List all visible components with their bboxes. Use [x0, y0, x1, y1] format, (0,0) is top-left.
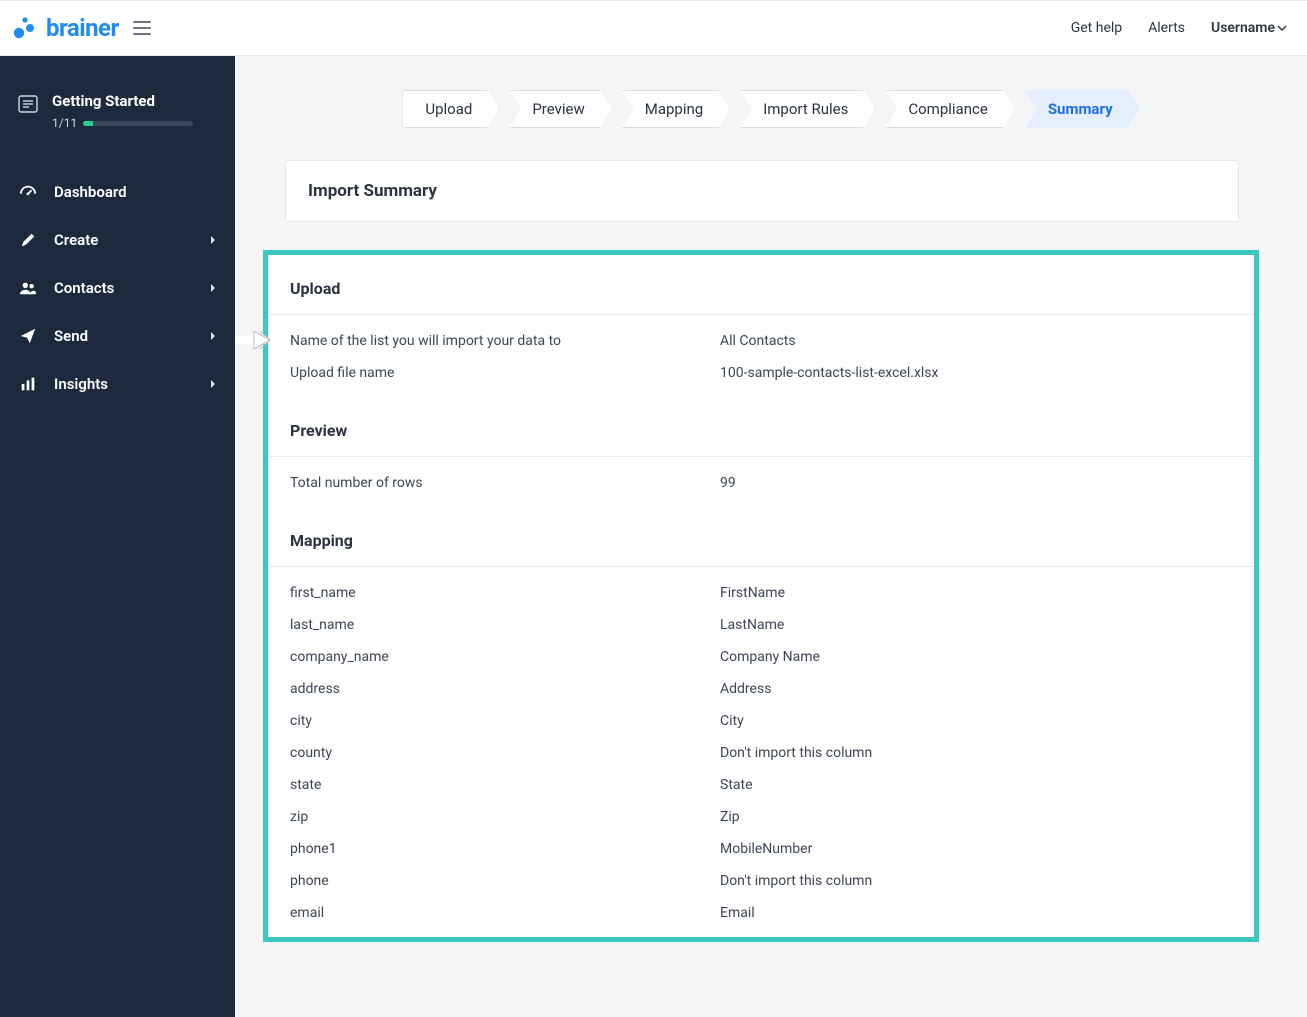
- summary-section-upload-header: Upload: [268, 261, 1254, 315]
- sidebar-nav: Dashboard Create Contacts Send: [0, 168, 235, 408]
- summary-row-key: county: [290, 745, 720, 761]
- wizard-step-preview[interactable]: Preview: [509, 90, 611, 128]
- summary-section-mapping-body: first_nameFirstNamelast_nameLastNamecomp…: [268, 567, 1254, 937]
- summary-row-value: Zip: [720, 809, 740, 825]
- summary-row-key: city: [290, 713, 720, 729]
- summary-row-key: last_name: [290, 617, 720, 633]
- user-menu[interactable]: Username: [1211, 20, 1287, 36]
- summary-row: cityCity: [290, 705, 1232, 737]
- sidebar-item-dashboard[interactable]: Dashboard: [0, 168, 235, 216]
- summary-section-preview-body: Total number of rows99: [268, 457, 1254, 507]
- page-title: Import Summary: [308, 181, 1216, 201]
- chevron-right-icon: [209, 331, 217, 341]
- logo[interactable]: mainbrainer: [12, 14, 119, 42]
- summary-row-key: Name of the list you will import your da…: [290, 333, 720, 349]
- get-help-link[interactable]: Get help: [1071, 20, 1122, 36]
- gauge-icon: [18, 182, 38, 202]
- summary-section-mapping-header: Mapping: [268, 513, 1254, 567]
- summary-row-value: Don't import this column: [720, 745, 872, 761]
- wizard-step-compliance[interactable]: Compliance: [885, 90, 1014, 128]
- main-content: Upload Preview Mapping Import Rules Complian…: [235, 56, 1307, 1017]
- summary-section-heading: Upload: [290, 279, 1232, 298]
- summary-row-value: State: [720, 777, 753, 793]
- summary-highlight-panel: Upload Name of the list you will import …: [263, 250, 1259, 942]
- sidebar-item-label: Create: [54, 231, 98, 249]
- summary-row: phone1MobileNumber: [290, 833, 1232, 865]
- summary-section-preview-header: Preview: [268, 403, 1254, 457]
- wizard-steps: Upload Preview Mapping Import Rules Complian…: [235, 56, 1307, 148]
- summary-row-value: 100-sample-contacts-list-excel.xlsx: [720, 365, 938, 381]
- summary-section-heading: Preview: [290, 421, 1232, 440]
- summary-row: company_nameCompany Name: [290, 641, 1232, 673]
- summary-row: Name of the list you will import your da…: [290, 325, 1232, 357]
- summary-row-key: Total number of rows: [290, 475, 720, 491]
- summary-row-key: Upload file name: [290, 365, 720, 381]
- sidebar-item-label: Insights: [54, 375, 108, 393]
- summary-row-value: FirstName: [720, 585, 785, 601]
- summary-row: countyDon't import this column: [290, 737, 1232, 769]
- paper-plane-icon: [18, 326, 38, 346]
- pencil-icon: [18, 230, 38, 250]
- summary-row-key: address: [290, 681, 720, 697]
- getting-started-title: Getting Started: [52, 92, 193, 110]
- wizard-step-import-rules[interactable]: Import Rules: [740, 90, 875, 128]
- summary-row-value: LastName: [720, 617, 784, 633]
- getting-started-block[interactable]: Getting Started 1/11: [0, 92, 235, 158]
- checklist-icon: [18, 94, 38, 114]
- summary-row-key: company_name: [290, 649, 720, 665]
- summary-section-upload-body: Name of the list you will import your da…: [268, 315, 1254, 397]
- summary-row: stateState: [290, 769, 1232, 801]
- summary-row-value: Email: [720, 905, 755, 921]
- people-icon: [18, 278, 38, 298]
- summary-row-value: Address: [720, 681, 771, 697]
- summary-row: Total number of rows99: [290, 467, 1232, 499]
- summary-row: emailEmail: [290, 897, 1232, 929]
- summary-row-value: All Contacts: [720, 333, 796, 349]
- summary-row-key: phone: [290, 873, 720, 889]
- chevron-right-icon: [209, 235, 217, 245]
- sidebar-item-contacts[interactable]: Contacts: [0, 264, 235, 312]
- wizard-step-mapping[interactable]: Mapping: [622, 90, 730, 128]
- logo-mark-icon: [12, 15, 38, 41]
- summary-row-value: 99: [720, 475, 736, 491]
- alerts-link[interactable]: Alerts: [1148, 20, 1185, 36]
- sidebar-item-label: Send: [54, 327, 88, 345]
- summary-row: Upload file name100-sample-contacts-list…: [290, 357, 1232, 389]
- summary-row-value: MobileNumber: [720, 841, 812, 857]
- sidebar-item-send[interactable]: Send: [0, 312, 235, 360]
- bar-chart-icon: [18, 374, 38, 394]
- sidebar-item-label: Contacts: [54, 279, 114, 297]
- summary-row: first_nameFirstName: [290, 577, 1232, 609]
- sidebar-item-insights[interactable]: Insights: [0, 360, 235, 408]
- summary-row-value: Don't import this column: [720, 873, 872, 889]
- summary-row-key: phone1: [290, 841, 720, 857]
- summary-row: last_nameLastName: [290, 609, 1232, 641]
- summary-row-value: Company Name: [720, 649, 820, 665]
- chevron-right-icon: [209, 283, 217, 293]
- summary-row: zipZip: [290, 801, 1232, 833]
- summary-row-key: zip: [290, 809, 720, 825]
- summary-row-key: first_name: [290, 585, 720, 601]
- summary-row-key: state: [290, 777, 720, 793]
- sidebar: Getting Started 1/11 Dashboard Create: [0, 56, 235, 1017]
- wizard-step-summary[interactable]: Summary: [1025, 90, 1140, 128]
- sidebar-item-create[interactable]: Create: [0, 216, 235, 264]
- summary-row-value: City: [720, 713, 744, 729]
- menu-toggle-icon[interactable]: [133, 21, 151, 35]
- summary-row: phoneDon't import this column: [290, 865, 1232, 897]
- callout-arrow-icon: [235, 327, 272, 353]
- chevron-right-icon: [209, 379, 217, 389]
- getting-started-progress-bar: [83, 121, 193, 126]
- logo-text: mainbrainer: [46, 14, 119, 42]
- chevron-down-icon: [1277, 23, 1287, 33]
- wizard-step-upload[interactable]: Upload: [402, 90, 499, 128]
- getting-started-progress-label: 1/11: [52, 116, 77, 130]
- user-menu-label: Username: [1211, 20, 1275, 36]
- summary-row: addressAddress: [290, 673, 1232, 705]
- summary-section-heading: Mapping: [290, 531, 1232, 550]
- sidebar-item-label: Dashboard: [54, 183, 127, 201]
- summary-row-key: email: [290, 905, 720, 921]
- page-header-card: Import Summary: [285, 160, 1239, 222]
- topbar: mainbrainer Get help Alerts Username: [0, 0, 1307, 56]
